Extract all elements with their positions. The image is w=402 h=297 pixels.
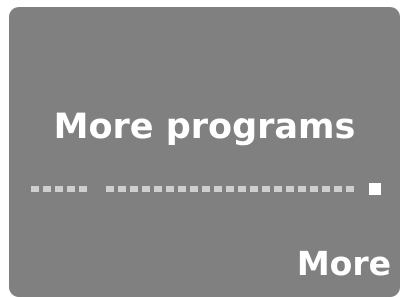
current-page-square-icon: [369, 183, 381, 195]
page-dashes-group-2: [106, 186, 354, 192]
more-button[interactable]: More: [297, 245, 391, 283]
more-programs-card[interactable]: More programs More: [9, 7, 400, 297]
page-dashes-group-1: [31, 186, 87, 192]
page-indicator: [31, 183, 381, 195]
card-title: More programs: [53, 107, 356, 147]
